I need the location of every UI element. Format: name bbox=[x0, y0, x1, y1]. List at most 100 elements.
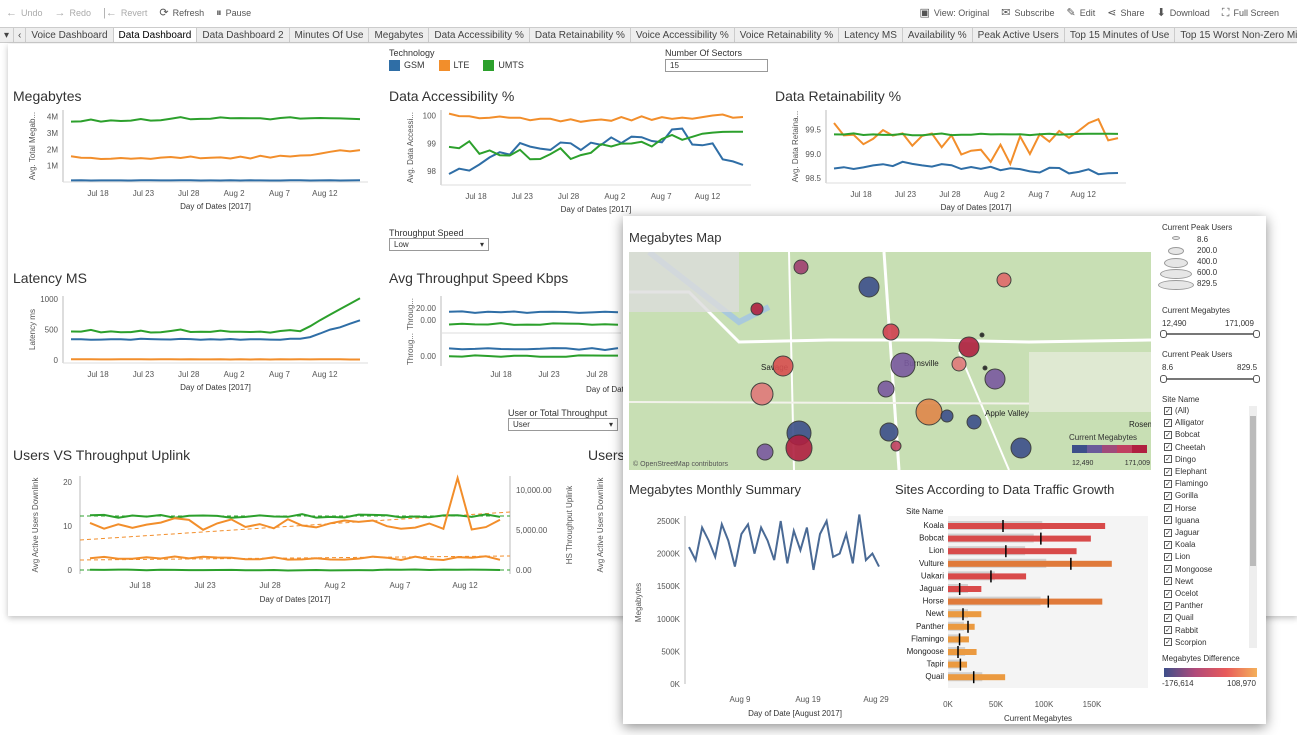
checkbox-icon[interactable]: ✓ bbox=[1164, 601, 1172, 610]
redo-button[interactable]: → Redo bbox=[55, 7, 92, 19]
checkbox-icon[interactable]: ✓ bbox=[1164, 552, 1172, 561]
refresh-button[interactable]: ⟳ Refresh bbox=[159, 7, 204, 19]
tab-top-15-minutes-of-use[interactable]: Top 15 Minutes of Use bbox=[1064, 28, 1176, 42]
checkbox-icon[interactable]: ✓ bbox=[1164, 613, 1172, 622]
site-filter-item[interactable]: ✓ Flamingo bbox=[1164, 479, 1208, 488]
tab-voice-accessibility[interactable]: Voice Accessibility % bbox=[630, 28, 735, 42]
mb-range-slider[interactable] bbox=[1163, 333, 1256, 335]
checkbox-icon[interactable]: ✓ bbox=[1164, 430, 1172, 439]
site-filter-item[interactable]: ✓ Scorpion bbox=[1164, 638, 1207, 647]
map-site-bubble bbox=[882, 323, 900, 341]
checkbox-icon[interactable]: ✓ bbox=[1164, 638, 1172, 647]
latency-date-tick: Jul 28 bbox=[178, 370, 200, 379]
size-legend-label: 8.6 bbox=[1197, 235, 1209, 244]
checkbox-icon[interactable]: ✓ bbox=[1164, 626, 1172, 635]
tab-data-dashboard-2[interactable]: Data Dashboard 2 bbox=[197, 28, 290, 42]
site-filter-item[interactable]: ✓ Iguana bbox=[1164, 516, 1199, 525]
sites-x-title: Current Megabytes bbox=[1004, 714, 1072, 723]
site-filter-item[interactable]: ✓ Alligator bbox=[1164, 418, 1204, 427]
checkbox-icon[interactable]: ✓ bbox=[1164, 491, 1172, 500]
site-filter-item[interactable]: ✓ Rabbit bbox=[1164, 626, 1198, 635]
summary-tick-label: 1000K bbox=[657, 615, 681, 624]
retainability-y-title: Avg. Data Retaina... bbox=[791, 111, 800, 182]
tab-minutes-of-use[interactable]: Minutes Of Use bbox=[289, 28, 370, 42]
latency-date-tick: Aug 12 bbox=[312, 370, 338, 379]
pause-button[interactable]: ⏸ Pause bbox=[216, 7, 251, 19]
view-button[interactable]: ▣ View: Original bbox=[919, 6, 990, 19]
subscribe-button[interactable]: ✉ Subscribe bbox=[1001, 7, 1054, 19]
site-filter-item[interactable]: ✓ Ocelot bbox=[1164, 589, 1198, 598]
tab-voice-retainability[interactable]: Voice Retainability % bbox=[734, 28, 840, 42]
tab-prev-button[interactable]: ‹ bbox=[14, 28, 27, 42]
checkbox-icon[interactable]: ✓ bbox=[1164, 504, 1172, 513]
user-total-select[interactable]: User ▾ bbox=[508, 418, 618, 431]
view-icon: ▣ bbox=[919, 6, 930, 19]
checkbox-icon[interactable]: ✓ bbox=[1164, 455, 1172, 464]
throughput-series-umts bbox=[448, 354, 618, 358]
share-button[interactable]: ⋖ Share bbox=[1107, 7, 1144, 19]
tab-voice-dashboard[interactable]: Voice Dashboard bbox=[26, 28, 114, 42]
tab-menu-button[interactable]: ▾ bbox=[0, 28, 14, 42]
throughput-speed-select[interactable]: Low ▾ bbox=[389, 238, 489, 251]
tab-data-dashboard[interactable]: Data Dashboard bbox=[113, 28, 198, 42]
tab-megabytes[interactable]: Megabytes bbox=[369, 28, 430, 42]
latency-series-umts bbox=[70, 297, 361, 334]
site-filter-item[interactable]: ✓ Gorilla bbox=[1164, 491, 1198, 500]
site-filter-item[interactable]: ✓ (All) bbox=[1164, 406, 1189, 415]
undo-button[interactable]: ← Undo bbox=[6, 7, 43, 19]
site-list-scrollbar[interactable] bbox=[1249, 406, 1257, 648]
legend-gsm[interactable]: GSM bbox=[389, 60, 425, 72]
fullscreen-button[interactable]: ⛶ Full Screen bbox=[1222, 7, 1279, 19]
checkbox-icon[interactable]: ✓ bbox=[1164, 418, 1172, 427]
site-filter-item[interactable]: ✓ Quail bbox=[1164, 613, 1194, 622]
tab-data-retainability[interactable]: Data Retainability % bbox=[529, 28, 631, 42]
checkbox-icon[interactable]: ✓ bbox=[1164, 589, 1172, 598]
tab-peak-active-users[interactable]: Peak Active Users bbox=[972, 28, 1065, 42]
tab-latency-ms[interactable]: Latency MS bbox=[839, 28, 903, 42]
site-filter-item[interactable]: ✓ Dingo bbox=[1164, 455, 1196, 464]
revert-button[interactable]: |← Revert bbox=[103, 7, 147, 19]
retainability-series-gsm bbox=[833, 160, 1119, 176]
sites-bar-label: Panther bbox=[916, 622, 944, 631]
tab-data-accessibility[interactable]: Data Accessibility % bbox=[429, 28, 530, 42]
sites-tick-label: 0K bbox=[943, 700, 953, 709]
checkbox-icon[interactable]: ✓ bbox=[1164, 540, 1172, 549]
checkbox-icon[interactable]: ✓ bbox=[1164, 479, 1172, 488]
mb-slider-handle-min[interactable] bbox=[1160, 330, 1167, 338]
throughput-series-gsm bbox=[448, 347, 619, 352]
sites-bar bbox=[948, 586, 982, 592]
megabytes-map[interactable]: SavageBurnsvilleApple ValleyRosem© OpenS… bbox=[629, 252, 1151, 470]
site-filter-item[interactable]: ✓ Bobcat bbox=[1164, 430, 1200, 439]
site-filter-item[interactable]: ✓ Newt bbox=[1164, 577, 1193, 586]
site-filter-item[interactable]: ✓ Panther bbox=[1164, 601, 1203, 610]
legend-lte[interactable]: LTE bbox=[438, 60, 469, 72]
sectors-input[interactable]: 15 bbox=[665, 59, 768, 72]
pu-slider-handle-min[interactable] bbox=[1160, 375, 1167, 383]
diff-legend-title: Megabytes Difference bbox=[1162, 654, 1240, 663]
pu-range-slider[interactable] bbox=[1163, 378, 1256, 380]
checkbox-icon[interactable]: ✓ bbox=[1164, 443, 1172, 452]
tab-top-15-worst-non-zero-minute[interactable]: Top 15 Worst Non-Zero Minute... bbox=[1175, 28, 1297, 42]
site-filter-item[interactable]: ✓ Horse bbox=[1164, 504, 1196, 513]
download-button[interactable]: ⬇ Download bbox=[1157, 7, 1210, 19]
pu-slider-handle-max[interactable] bbox=[1253, 375, 1260, 383]
checkbox-icon[interactable]: ✓ bbox=[1164, 467, 1172, 476]
edit-button[interactable]: ✎ Edit bbox=[1067, 7, 1096, 19]
checkbox-icon[interactable]: ✓ bbox=[1164, 406, 1172, 415]
checkbox-icon[interactable]: ✓ bbox=[1164, 577, 1172, 586]
tab-availability[interactable]: Availability % bbox=[902, 28, 973, 42]
site-filter-item[interactable]: ✓ Mongoose bbox=[1164, 565, 1212, 574]
site-filter-item[interactable]: ✓ Jaguar bbox=[1164, 528, 1199, 537]
site-filter-item[interactable]: ✓ Lion bbox=[1164, 552, 1190, 561]
site-filter-item[interactable]: ✓ Cheetah bbox=[1164, 443, 1205, 452]
site-filter-item[interactable]: ✓ Koala bbox=[1164, 540, 1195, 549]
checkbox-icon[interactable]: ✓ bbox=[1164, 516, 1172, 525]
checkbox-icon[interactable]: ✓ bbox=[1164, 565, 1172, 574]
checkbox-icon[interactable]: ✓ bbox=[1164, 528, 1172, 537]
map-canvas[interactable]: SavageBurnsvilleApple ValleyRosem© OpenS… bbox=[629, 252, 1151, 470]
mb-slider-handle-max[interactable] bbox=[1253, 330, 1260, 338]
map-site-bubble bbox=[879, 422, 899, 442]
site-filter-item[interactable]: ✓ Elephant bbox=[1164, 467, 1207, 476]
legend-umts[interactable]: UMTS bbox=[483, 60, 524, 72]
users-date-tick: Aug 12 bbox=[452, 581, 478, 590]
